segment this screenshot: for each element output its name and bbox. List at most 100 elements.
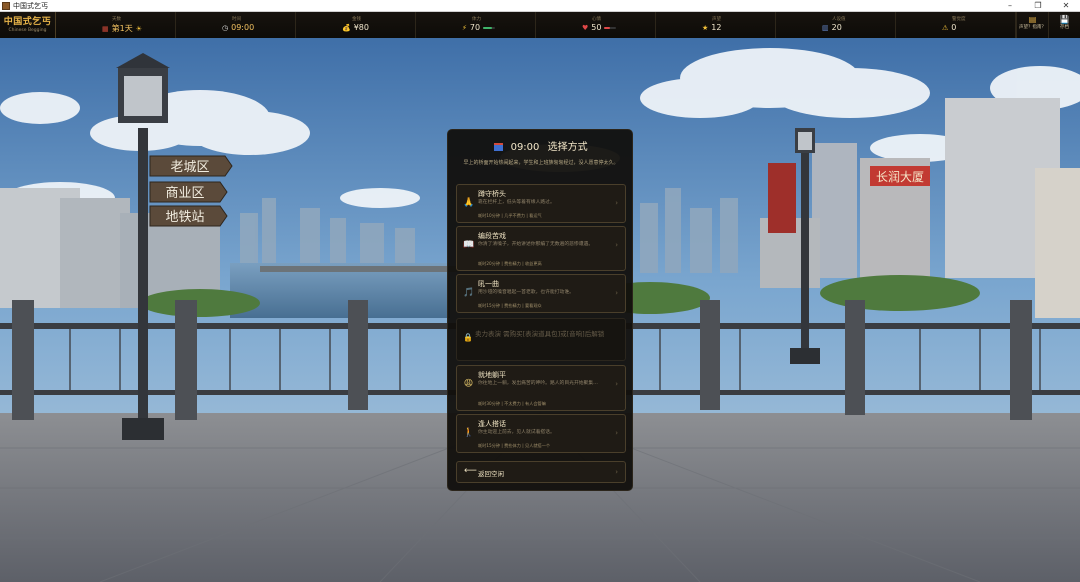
chevron-right-icon: › [615, 241, 618, 249]
walking-person-icon: 🚶 [463, 428, 475, 438]
music-icon: 🎵 [463, 288, 475, 298]
window-controls: – ❐ ✕ [996, 0, 1080, 11]
chevron-right-icon: › [615, 199, 618, 207]
save-icon: 💾 [1059, 15, 1070, 24]
option-title: 编段苦戏 [478, 232, 506, 240]
energy-value: 70 [469, 23, 481, 32]
panel-time: 09:00 [510, 142, 540, 153]
option-title: 逢人搭话 [478, 420, 506, 428]
stat-label: 警觉度 [952, 17, 966, 22]
guide-icon: ▤ [1028, 15, 1037, 24]
calendar-icon: ▦ [102, 24, 109, 33]
option-sing[interactable]: 🎵 吼一曲 用沙哑的嗓音唱起一首老歌，也许能打动谁。 耗时15分钟 | 费些精力… [456, 274, 626, 313]
book-icon: 📖 [463, 240, 475, 250]
chevron-right-icon: › [615, 468, 618, 476]
energy-bar [483, 26, 496, 29]
stat-label: 声望 [712, 17, 721, 22]
calendar-icon [494, 143, 504, 151]
back-to-idle-button[interactable]: ⟵ 返回空闲 › [456, 461, 626, 483]
sign-business-district: 商业区 [165, 186, 204, 201]
option-desc: 用沙哑的嗓音唱起一首老歌，也许能打动谁。 [478, 290, 574, 295]
chevron-right-icon: › [615, 429, 618, 437]
option-desc: 靠在栏杆上，低头等着有缘人路过。 [478, 200, 555, 205]
option-squat-bridge[interactable]: 🙏 蹲守桥头 靠在栏杆上，低头等着有缘人路过。 耗时10分钟 | 几乎不费力 |… [456, 184, 626, 223]
locked-text: 卖力表演 需购买[表演道具包]或[音响]后解锁 [475, 330, 605, 338]
building-icon: ▥ [822, 23, 829, 32]
chevron-right-icon: › [615, 380, 618, 388]
heart-icon: ♥ [582, 23, 589, 32]
save-label: 存档 [1060, 25, 1069, 30]
reputation-value: 12 [711, 23, 722, 32]
persona-value: 20 [831, 23, 842, 32]
save-button[interactable]: 💾 存档 [1048, 12, 1080, 38]
window-titlebar: 中国式乞丐 – ❐ ✕ [0, 0, 1080, 12]
stat-time: 时间 ◷ 09:00 [176, 12, 296, 38]
panel-header: 09:00 选择方式 [448, 138, 634, 153]
stat-day: 天数 ▦ 第1天 ☀ [56, 12, 176, 38]
pray-icon: 🙏 [463, 198, 475, 208]
building-sign: 长润大厦 [876, 170, 924, 184]
option-meta: 耗时15分钟 | 费些体力 | 见人就搭一个 [478, 443, 551, 448]
option-meta: 耗时30分钟 | 不太费力 | 有人会管嘛 [478, 401, 546, 406]
lock-icon: 🔒 [463, 333, 473, 342]
option-meta: 耗时10分钟 | 几乎不费力 | 看运气 [478, 213, 542, 218]
alertness-value: 0 [951, 23, 957, 32]
mood-value: 50 [591, 23, 602, 32]
close-button[interactable]: ✕ [1052, 0, 1080, 11]
stat-alertness: 警觉度 ⚠ 0 [896, 12, 1016, 38]
game-title: 中国式乞丐 [3, 17, 52, 27]
lightning-icon: ⚡ [462, 23, 467, 32]
option-desc: 你往地上一躺，发出痛苦的呻吟。路人的目光开始聚集… [478, 381, 598, 386]
chevron-right-icon: › [615, 289, 618, 297]
guide-button[interactable]: ▤ 声望？指南？ [1016, 12, 1048, 38]
stat-mood: 心情 ♥ 50 [536, 12, 656, 38]
time-value: 09:00 [231, 23, 255, 32]
game-brand: 中国式乞丐 Chinese Begging [0, 12, 56, 38]
option-title: 就地躺平 [478, 371, 506, 379]
stat-money: 金钱 💰 ¥80 [296, 12, 416, 38]
mood-bar [604, 26, 617, 29]
maximize-button[interactable]: ❐ [1024, 0, 1052, 11]
day-value: 第1天 [111, 24, 133, 33]
stat-label: 体力 [472, 17, 481, 22]
clock-icon: ◷ [222, 23, 229, 32]
stat-label: 人设值 [832, 17, 846, 22]
sign-old-town: 老城区 [170, 160, 209, 175]
warning-icon: ⚠ [942, 23, 949, 32]
option-approach-people[interactable]: 🚶 逢人搭话 你主动迎上前去，见人就试着搭话。 耗时15分钟 | 费些体力 | … [456, 414, 626, 453]
option-title: 吼一曲 [478, 280, 499, 288]
minimize-button[interactable]: – [996, 0, 1024, 11]
option-meta: 耗时15分钟 | 费些精力 | 要看观众 [478, 303, 542, 308]
option-perform-locked: 🔒 卖力表演 需购买[表演道具包]或[音响]后解锁 [456, 318, 626, 361]
option-lie-down[interactable]: 😩 就地躺平 你往地上一躺，发出痛苦的呻吟。路人的目光开始聚集… 耗时30分钟 … [456, 365, 626, 411]
star-icon: ★ [702, 23, 709, 32]
money-value: ¥80 [353, 23, 369, 32]
stat-persona: 人设值 ▥ 20 [776, 12, 896, 38]
panel-title: 选择方式 [547, 142, 588, 153]
stat-label: 金钱 [352, 17, 361, 22]
game-subtitle: Chinese Begging [8, 28, 47, 33]
sun-icon: ☀ [135, 24, 142, 33]
back-label: 返回空闲 [478, 470, 504, 478]
guide-label: 声望？指南？ [1019, 25, 1046, 30]
status-hud: 中国式乞丐 Chinese Begging 天数 ▦ 第1天 ☀ 时间 ◷ 09… [0, 12, 1080, 39]
app-icon [2, 1, 10, 10]
stat-label: 时间 [232, 17, 241, 22]
action-choice-panel: 09:00 选择方式 早上的桥面开始热闹起来，学生和上班族匆匆经过，没人愿意停太… [447, 129, 633, 491]
stat-reputation: 声望 ★ 12 [656, 12, 776, 38]
option-meta: 耗时20分钟 | 费些精力 | 收益更高 [478, 261, 542, 266]
sign-metro-station: 地铁站 [165, 210, 204, 225]
option-desc: 你主动迎上前去，见人就试着搭话。 [478, 430, 555, 435]
stat-label: 天数 [112, 17, 121, 22]
money-bag-icon: 💰 [342, 23, 351, 32]
option-title: 蹲守桥头 [478, 190, 506, 198]
window-title: 中国式乞丐 [13, 1, 48, 10]
direction-signs: 老城区 商业区 地铁站 [149, 155, 233, 227]
panel-description: 早上的桥面开始热闹起来，学生和上班族匆匆经过，没人愿意停太久。 [463, 160, 619, 166]
arrow-left-icon: ⟵ [464, 466, 477, 476]
option-desc: 你清了清嗓子，开始讲述你那编了无数遍的悲惨遭遇。 [478, 242, 594, 247]
sad-face-icon: 😩 [463, 379, 474, 389]
stat-energy: 体力 ⚡ 70 [416, 12, 536, 38]
option-sad-story[interactable]: 📖 编段苦戏 你清了清嗓子，开始讲述你那编了无数遍的悲惨遭遇。 耗时20分钟 |… [456, 226, 626, 271]
stat-label: 心情 [592, 17, 601, 22]
